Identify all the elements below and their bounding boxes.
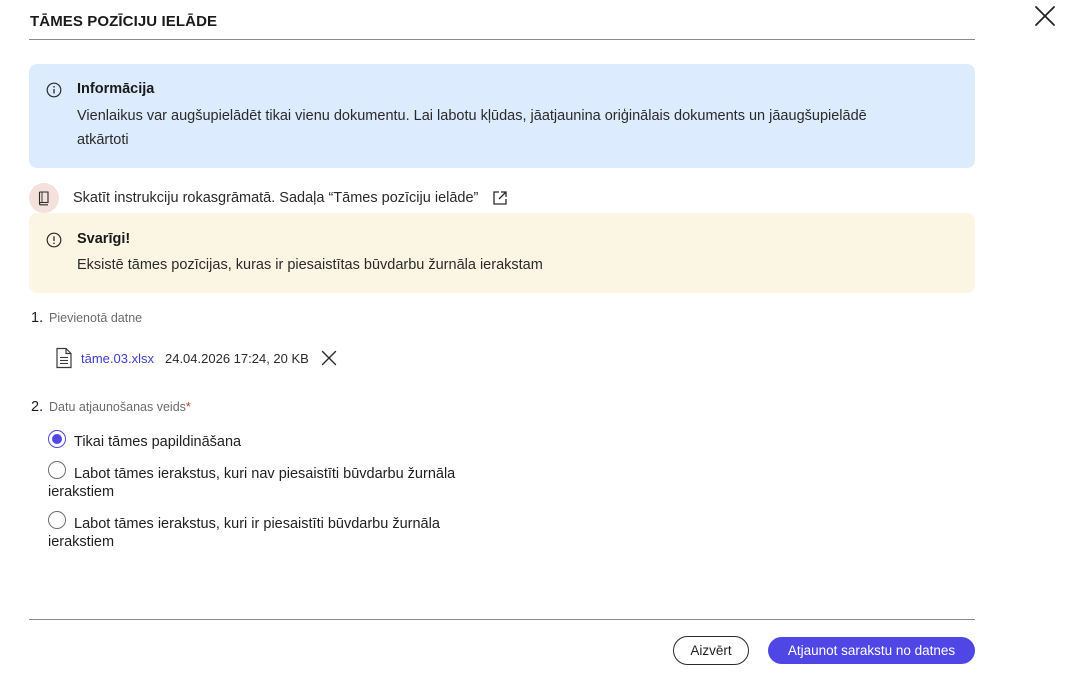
radio-button[interactable] [48, 461, 66, 479]
info-text-line1: Vienlaikus var augšupielādēt tikai vienu… [77, 108, 867, 124]
book-icon [38, 191, 49, 206]
radio-label: Tikai tāmes papildināšana [74, 434, 242, 450]
radio-label: Labot tāmes ierakstus, kuri nav piesaist… [48, 466, 456, 500]
step-update-type: 2. Datu atjaunošanas veids* [31, 399, 191, 415]
dialog-title: TĀMES POZĪCIJU IELĀDE [30, 13, 218, 30]
attached-file: tāme.03.xlsx 24.04.2026 17:24, 20 KB [54, 345, 337, 371]
external-link-icon[interactable] [491, 189, 509, 207]
info-notice: Informācija Vienlaikus var augšupielādēt… [29, 64, 975, 168]
close-icon [1035, 6, 1055, 26]
radio-option-edit-linked[interactable]: Labot tāmes ierakstus, kuri ir piesaistī… [48, 511, 508, 551]
step-number: 2. [31, 399, 44, 415]
close-button[interactable]: Aizvērt [673, 636, 749, 665]
update-from-file-button[interactable]: Atjaunot sarakstu no datnes [768, 637, 975, 664]
exclamation-icon [46, 232, 62, 248]
radio-option-edit-unlinked[interactable]: Labot tāmes ierakstus, kuri nav piesaist… [48, 461, 508, 501]
step-attached-file: 1. Pievienotā datne [31, 310, 142, 326]
book-icon-badge [29, 183, 59, 213]
radio-option-append-only[interactable]: Tikai tāmes papildināšana [48, 430, 508, 451]
step-number: 1. [31, 310, 44, 326]
info-title: Informācija [77, 81, 155, 97]
warning-notice: Svarīgi! Eksistē tāmes pozīcijas, kuras … [29, 213, 975, 293]
info-text-line2: atkārtoti [77, 132, 129, 148]
warning-title: Svarīgi! [77, 231, 131, 247]
manual-link-row: Skatīt instrukciju rokasgrāmatā. Sadaļa … [29, 183, 509, 213]
file-meta: 24.04.2026 17:24, 20 KB [164, 350, 309, 366]
radio-label: Labot tāmes ierakstus, kuri ir piesaistī… [48, 516, 440, 550]
remove-file-button[interactable] [321, 350, 337, 366]
title-divider [29, 39, 975, 40]
document-icon [56, 347, 72, 369]
close-dialog-button[interactable] [1033, 4, 1057, 28]
step-label-text: Datu atjaunošanas veids [49, 400, 186, 414]
manual-link-text[interactable]: Skatīt instrukciju rokasgrāmatā. Sadaļa … [73, 190, 478, 206]
step-label: Datu atjaunošanas veids* [49, 400, 191, 414]
step-label: Pievienotā datne [49, 311, 143, 325]
warning-text: Eksistē tāmes pozīcijas, kuras ir piesai… [77, 257, 543, 273]
radio-button[interactable] [48, 511, 66, 529]
upload-dialog: TĀMES POZĪCIJU IELĀDE Informācija Vienla… [0, 0, 1066, 673]
file-name-link[interactable]: tāme.03.xlsx [81, 351, 154, 366]
footer-divider [29, 619, 975, 620]
required-mark: * [185, 400, 191, 414]
radio-button-selected[interactable] [48, 430, 66, 448]
info-icon [46, 82, 62, 98]
